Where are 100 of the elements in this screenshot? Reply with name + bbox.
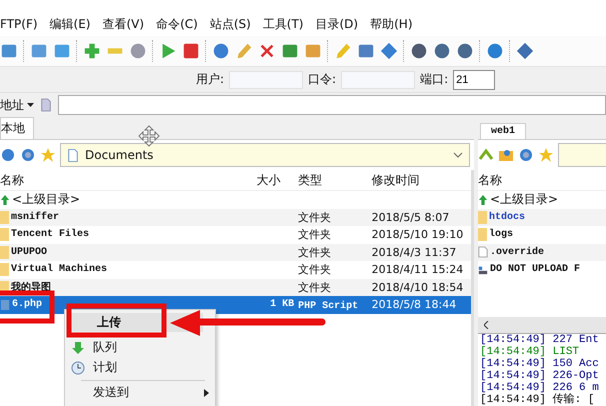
log-line: [14:54:49] 150 Acc [480,358,600,370]
log-line: [14:54:49] LIST [480,346,580,358]
clock-icon [71,360,85,374]
column-header[interactable]: 类型 [298,172,372,188]
circle-icon[interactable] [433,42,451,60]
file-date: 2018/4/11 15:24 [372,263,464,276]
file-type: 文件夹 [298,246,332,259]
path-text: Documents [85,148,154,162]
file-name: Virtual Machines [11,264,108,276]
circle-icon[interactable] [486,42,504,60]
file-date: 2018/5/5 8:07 [372,210,450,224]
menu-item[interactable]: 计划 [65,358,215,377]
menu-item[interactable]: 编辑(E) [50,16,90,32]
folder-icon [478,210,487,224]
file-size: 1 KB [270,299,294,310]
menu-item[interactable]: 查看(V) [102,16,144,32]
column-header[interactable]: 修改时间 [372,172,471,188]
file-name: <上级目录> [490,191,558,208]
up-arrow-icon [0,194,10,206]
user-field[interactable] [229,70,304,88]
path-dropdown[interactable]: Documents [60,143,470,167]
refresh-icon[interactable] [518,147,534,163]
password-label: 口令: [308,71,336,88]
menu-item[interactable]: FTP(F) [0,17,38,31]
file-type: 文件夹 [298,210,332,224]
file-name: Tencent Files [11,229,90,240]
file-row[interactable]: UPUPOO 文件夹 2018/4/3 11:37 [0,244,471,261]
file-row[interactable]: htdocs [478,208,606,226]
file-type: PHP Script [298,300,358,312]
file-icon [478,246,488,258]
file-date: 2018/4/3 11:37 [372,246,456,259]
folder-icon[interactable] [498,147,514,163]
address-field[interactable] [58,95,606,115]
up-arrow-icon [478,194,488,206]
folder-icon [0,263,9,276]
file-name: UPUPOO [11,246,48,258]
user-label: 用户: [196,71,224,88]
file-row[interactable]: <上级目录> [478,191,606,208]
column-header[interactable]: 名称 [478,172,606,188]
file-row[interactable]: <上级目录> [0,191,471,208]
star-icon[interactable] [538,147,554,163]
folder-icon [0,210,9,224]
scroll-left-icon[interactable] [484,321,489,329]
annotation-box [0,290,54,324]
chevron-icon [453,152,463,158]
file-row[interactable]: DO NOT UPLOAD F [478,261,606,278]
circle-icon[interactable] [212,42,230,60]
shortcut-icon [478,264,488,276]
diamond-icon[interactable] [380,42,398,60]
log-line: [14:54:49] 226 6 m [480,382,600,394]
menu-item[interactable]: 命令(C) [156,16,198,32]
remote-tab[interactable]: web1 [480,123,526,139]
password-field[interactable] [341,70,416,88]
pencil-icon[interactable] [235,42,253,60]
menu-item[interactable]: 队列 [65,338,215,357]
star-icon[interactable] [40,147,56,163]
menu-item[interactable]: 目录(D) [316,16,358,32]
circle-icon[interactable] [456,42,474,60]
path-dropdown[interactable] [558,143,606,167]
port-label: 端口: [420,71,448,88]
column-header[interactable]: 名称 [0,172,256,188]
plus-icon[interactable] [83,42,101,60]
menu-item[interactable]: 站点(S) [210,16,251,32]
port-field[interactable]: 21 [453,70,496,90]
horizontal-scrollbar[interactable] [478,317,606,333]
caret-icon [27,103,34,107]
delete-icon[interactable] [258,42,276,60]
file-row[interactable]: .override [478,244,606,261]
file-row[interactable]: logs [478,226,606,244]
menu-item[interactable]: 帮助(H) [370,16,412,32]
log-line: [14:54:49] 227 Ent [480,334,600,346]
folder-icon [0,246,9,259]
connect-icon[interactable] [478,147,494,163]
log-line: [14:54:49] 传输: [ [480,394,596,406]
file-date: 2018/5/8 18:44 [372,298,456,312]
address-dropdown[interactable]: 地址 [0,96,34,114]
folder-icon [478,228,487,242]
page-icon [40,97,52,113]
menu-item[interactable]: 工具(T) [262,16,304,32]
file-name: msniffer [11,212,60,223]
pencil-icon[interactable] [334,42,352,60]
file-name: <上级目录> [12,191,80,208]
log-line: [14:54:49] 226-Opt [480,370,600,382]
file-row[interactable]: Tencent Files 文件夹 2018/5/10 19:10 [0,226,471,244]
stop-icon[interactable] [182,42,200,60]
column-header[interactable]: 大小 [256,172,298,188]
local-tab[interactable]: 本地 [0,117,34,139]
file-type: 文件夹 [298,263,332,276]
folder-icon [0,228,9,242]
refresh-icon[interactable] [0,147,16,163]
file-row[interactable]: msniffer 文件夹 2018/5/5 8:07 [0,208,471,226]
file-type: 文件夹 [298,228,332,242]
diamond-icon[interactable] [516,42,534,60]
file-name: .override [490,246,544,258]
menu-item[interactable]: 发送到 [65,383,215,402]
file-type: 文件夹 [298,280,332,294]
file-row[interactable]: Virtual Machines 文件夹 2018/4/11 15:24 [0,261,471,278]
circle-icon[interactable] [410,42,428,60]
refresh-icon[interactable] [20,147,36,163]
file-date: 2018/5/10 19:10 [372,228,464,242]
